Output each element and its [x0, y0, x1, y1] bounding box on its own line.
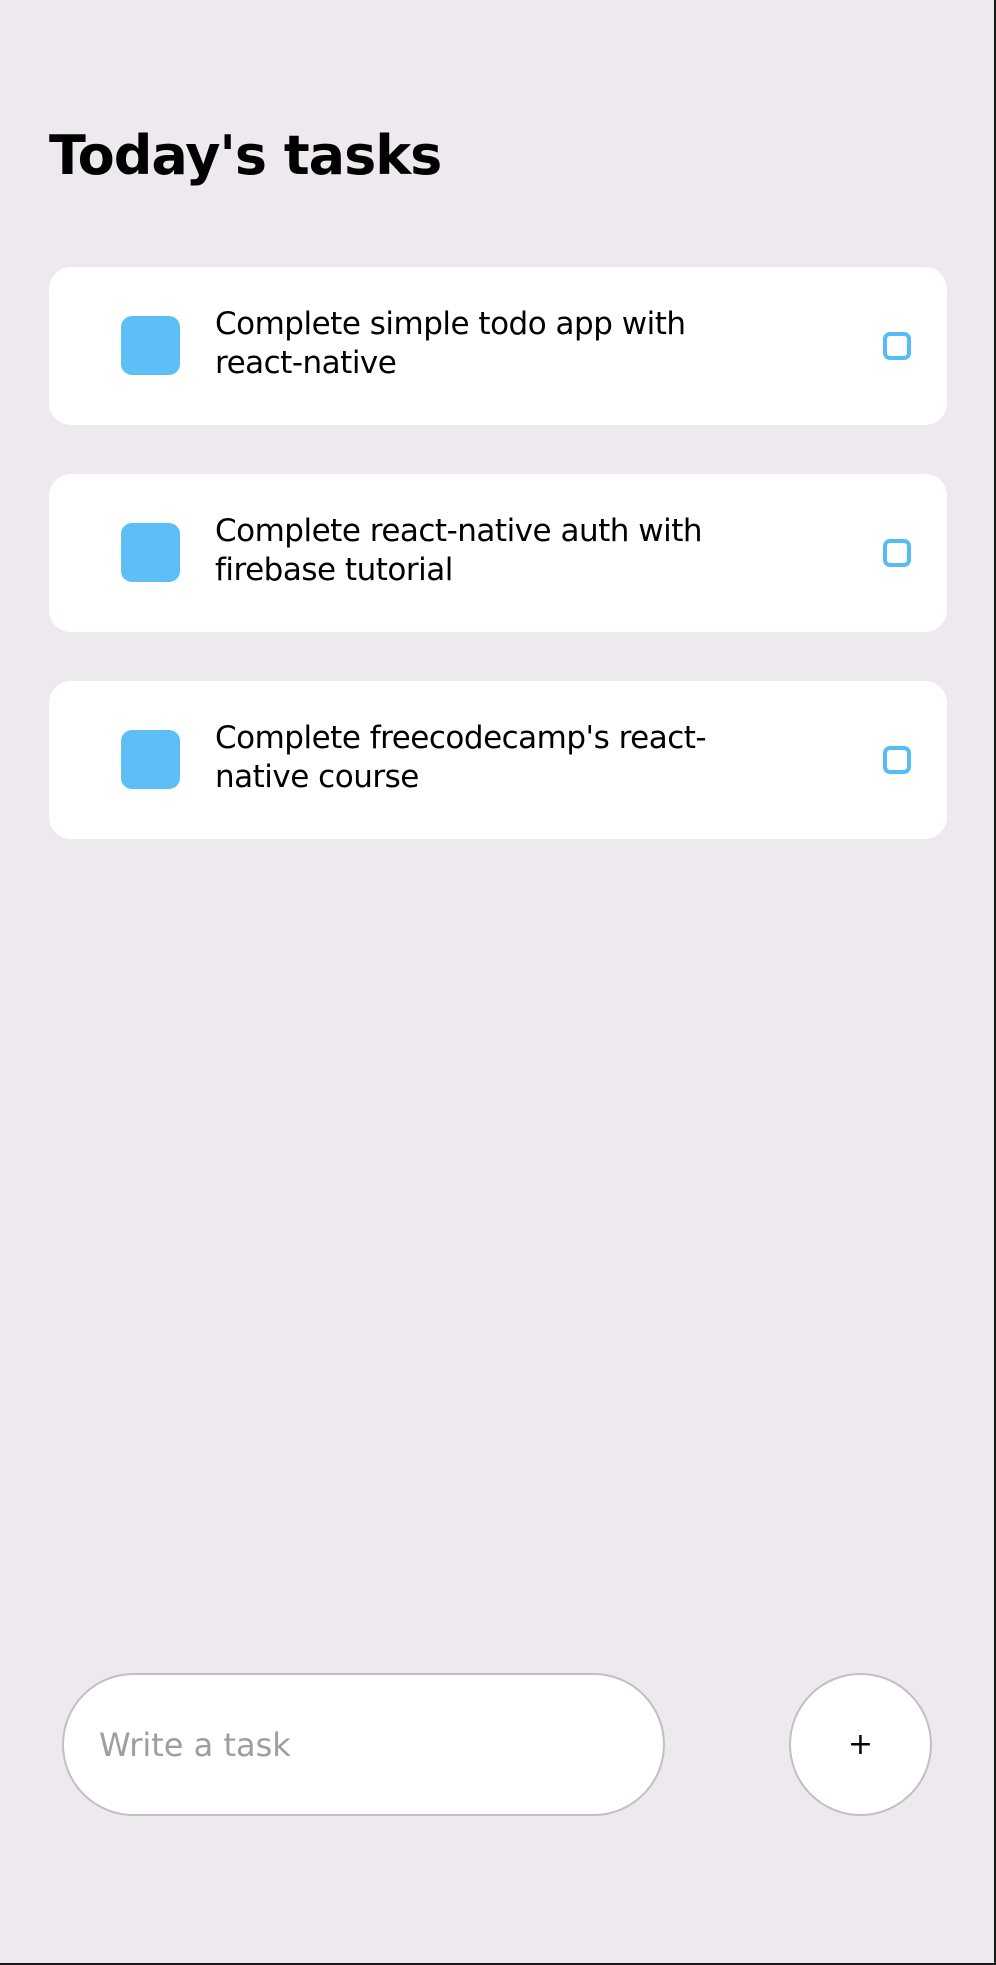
write-task-input[interactable] — [64, 1675, 663, 1814]
task-circle-icon[interactable] — [883, 746, 911, 774]
page-title: Today's tasks — [49, 124, 442, 187]
app-screen: Today's tasks Complete simple todo app w… — [0, 0, 996, 1965]
task-square-icon — [121, 523, 180, 582]
task-circle-icon[interactable] — [883, 332, 911, 360]
task-square-icon — [121, 316, 180, 375]
task-list: Complete simple todo app with react-nati… — [49, 267, 947, 888]
task-text: Complete react-native auth with firebase… — [215, 513, 703, 588]
task-circle-icon[interactable] — [883, 539, 911, 567]
task-text: Complete freecodecamp's react-native cou… — [215, 720, 707, 795]
write-task-wrapper — [62, 1673, 665, 1816]
add-task-label: + — [847, 1726, 874, 1762]
task-item[interactable]: Complete react-native auth with firebase… — [49, 474, 947, 632]
add-task-button[interactable]: + — [789, 1673, 932, 1816]
task-item[interactable]: Complete simple todo app with react-nati… — [49, 267, 947, 425]
task-square-icon — [121, 730, 180, 789]
task-text: Complete simple todo app with react-nati… — [215, 306, 686, 381]
task-item[interactable]: Complete freecodecamp's react-native cou… — [49, 681, 947, 839]
